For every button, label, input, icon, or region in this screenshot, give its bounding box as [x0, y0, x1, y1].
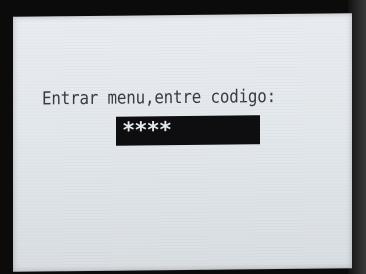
code-input-value: ****: [122, 118, 171, 144]
device-bezel: Entrar menu,entre codigo: ****: [0, 0, 366, 274]
lcd-screen: Entrar menu,entre codigo: ****: [13, 13, 352, 272]
menu-code-prompt: Entrar menu,entre codigo:: [42, 86, 277, 110]
code-input-field[interactable]: ****: [116, 115, 260, 146]
